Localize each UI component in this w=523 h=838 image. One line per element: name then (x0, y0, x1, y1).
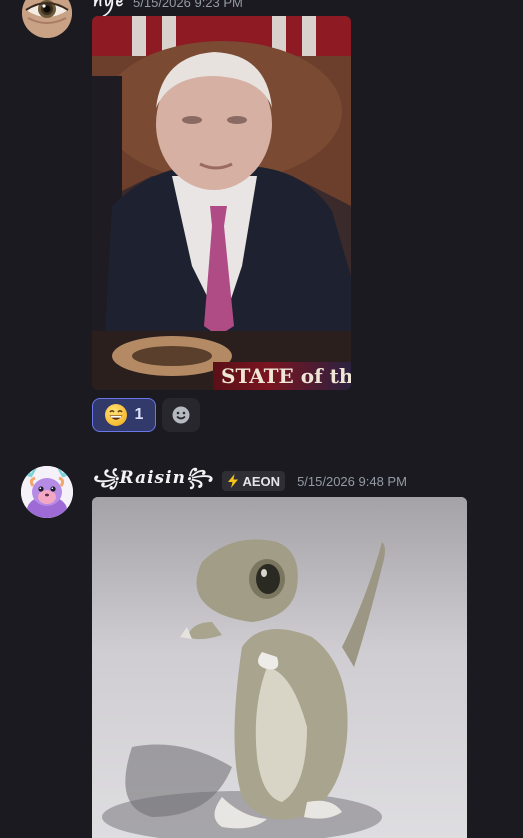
reactions-bar: 1 (92, 398, 200, 432)
timestamp: 5/15/2026 9:48 PM (297, 473, 407, 489)
timestamp: 5/15/2026 9:23 PM (133, 0, 243, 10)
gif-caption: STATE of th (213, 362, 351, 390)
add-reaction-icon (172, 406, 190, 424)
role-tag[interactable]: AEON (221, 471, 286, 491)
add-reaction-button[interactable] (162, 398, 200, 432)
reaction-grinning[interactable]: 1 (92, 398, 156, 432)
bolt-icon (227, 474, 238, 488)
gif-caption-text: STATE of th (221, 364, 351, 388)
gif-attachment[interactable]: STATE of th (92, 16, 351, 390)
user-avatar[interactable] (21, 466, 73, 518)
user-avatar[interactable] (22, 0, 72, 38)
chat-message-list: ꪀꪗꫀ 5/15/2026 9:23 PM STATE of th 1 ꧁Rai… (0, 0, 523, 838)
gif-image-dancing-lizard (92, 497, 467, 838)
gif-attachment[interactable] (92, 497, 467, 838)
reaction-count: 1 (134, 406, 144, 423)
furry-creature-avatar-icon (21, 466, 73, 518)
username[interactable]: ꧁Raisin꧂ (92, 464, 214, 499)
eye-closeup-avatar-icon (22, 0, 72, 38)
gif-image-politician (92, 16, 351, 390)
message-header: ꧁Raisin꧂ AEON 5/15/2026 9:48 PM (92, 468, 407, 492)
role-tag-label: AEON (242, 473, 281, 489)
message-header: ꪀꪗꫀ 5/15/2026 9:23 PM (92, 0, 243, 10)
grinning-face-emoji-icon (104, 404, 127, 426)
